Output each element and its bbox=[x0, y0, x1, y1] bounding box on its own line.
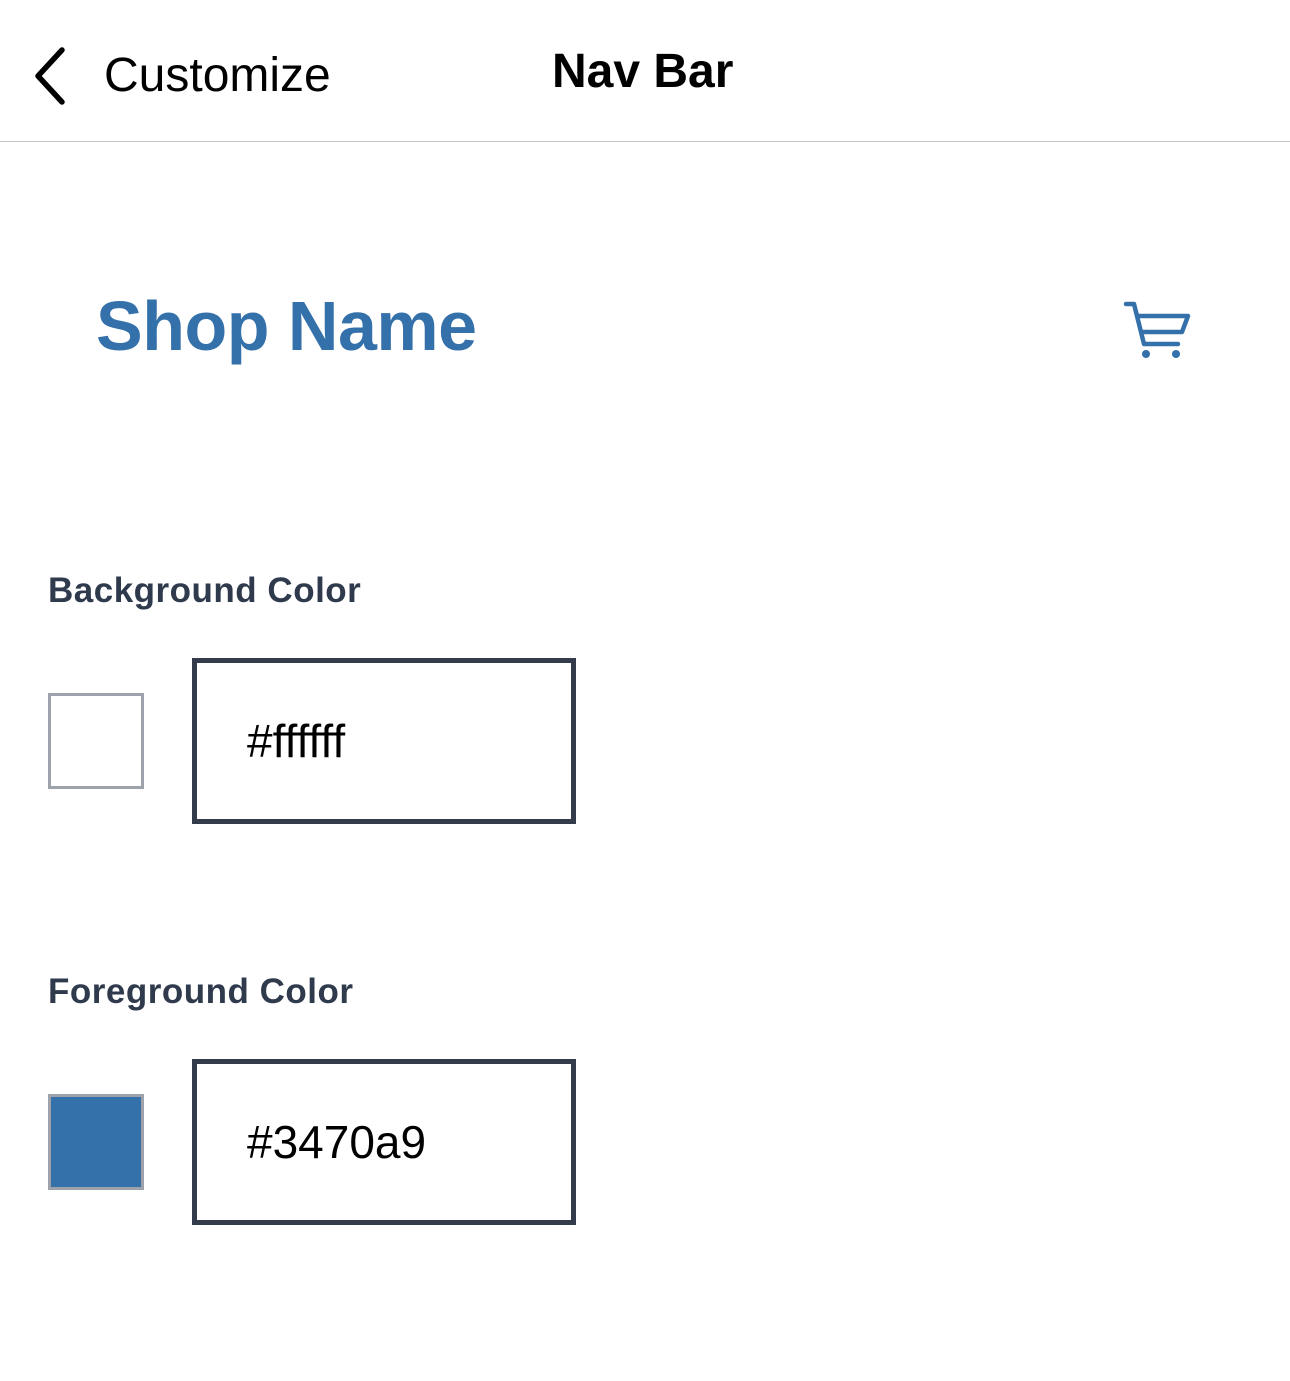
background-color-input[interactable] bbox=[192, 658, 576, 824]
nav-bar-preview: Shop Name bbox=[0, 143, 1290, 523]
shopping-cart-icon[interactable] bbox=[1122, 298, 1192, 362]
shop-name: Shop Name bbox=[96, 287, 477, 365]
nav-header: Customize Nav Bar bbox=[0, 0, 1290, 142]
foreground-color-input[interactable] bbox=[192, 1059, 576, 1225]
chevron-left-icon bbox=[35, 47, 65, 105]
back-button-label: Customize bbox=[104, 49, 331, 102]
foreground-color-label: Foreground Color bbox=[48, 972, 354, 1011]
foreground-color-swatch[interactable] bbox=[48, 1094, 144, 1190]
background-color-swatch[interactable] bbox=[48, 693, 144, 789]
back-button[interactable]: Customize bbox=[30, 38, 331, 114]
background-color-label: Background Color bbox=[48, 571, 362, 610]
page-title: Nav Bar bbox=[552, 45, 734, 98]
